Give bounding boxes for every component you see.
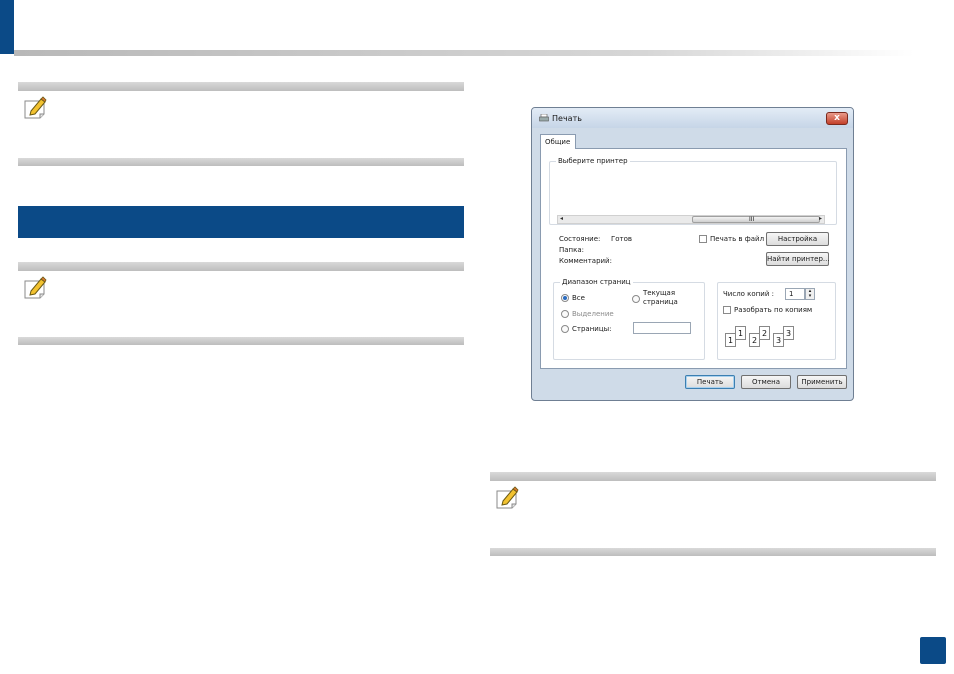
- print-dialog: Печать x Общие Выберите принтер ◂ III ▸ …: [531, 107, 854, 401]
- collate-page: 3: [773, 333, 784, 347]
- cancel-button[interactable]: Отмена: [741, 375, 791, 389]
- folder-label: Папка:: [559, 246, 585, 254]
- collate-label: Разобрать по копиям: [734, 306, 813, 314]
- status-label: Состояние:: [559, 235, 601, 243]
- note-box-1: [18, 82, 464, 166]
- collate-page: 2: [749, 333, 760, 347]
- page-range-title: Диапазон страниц: [560, 278, 633, 286]
- range-pages-label: Страницы:: [572, 325, 612, 333]
- range-current-radio[interactable]: [632, 295, 640, 303]
- scroll-grip: III: [749, 216, 755, 223]
- header-rule: [14, 50, 914, 56]
- collate-page: 1: [725, 333, 736, 347]
- dialog-titlebar: Печать x: [532, 108, 853, 128]
- collate-page: 3: [783, 326, 794, 340]
- scroll-thumb[interactable]: III: [692, 216, 820, 223]
- collate-preview-icon: 1 1 2 2 3 3: [725, 326, 805, 354]
- note-bottom-bar: [490, 548, 936, 556]
- general-panel: Выберите принтер ◂ III ▸ Состояние: Гото…: [540, 148, 847, 369]
- close-button[interactable]: x: [826, 112, 848, 125]
- collate-checkbox[interactable]: [723, 306, 731, 314]
- note-bottom-bar: [18, 337, 464, 345]
- find-printer-button[interactable]: Найти принтер...: [766, 252, 830, 266]
- pencil-note-icon: [24, 276, 47, 299]
- collate-page: 2: [759, 326, 770, 340]
- printer-list-scrollbar[interactable]: ◂ III ▸: [557, 215, 825, 224]
- status-value: Готов: [611, 235, 633, 243]
- range-all-label: Все: [572, 294, 585, 302]
- print-to-file-checkbox[interactable]: [699, 235, 707, 243]
- range-all-radio[interactable]: [561, 294, 569, 302]
- scroll-left-icon[interactable]: ◂: [560, 215, 563, 222]
- range-current-label-1: Текущая: [643, 289, 676, 297]
- note-top-bar: [490, 472, 936, 481]
- dialog-title: Печать: [552, 114, 582, 123]
- range-selection-radio[interactable]: [561, 310, 569, 318]
- settings-button[interactable]: Настройка: [766, 232, 829, 246]
- pencil-note-icon: [496, 486, 519, 509]
- scroll-right-icon[interactable]: ▸: [819, 215, 822, 222]
- print-button[interactable]: Печать: [685, 375, 735, 389]
- range-current-label-2: страница: [643, 298, 678, 306]
- note-box-3: [490, 472, 936, 556]
- range-pages-radio[interactable]: [561, 325, 569, 333]
- note-top-bar: [18, 82, 464, 91]
- page-number-badge: [920, 637, 946, 664]
- note-bottom-bar: [18, 158, 464, 166]
- tab-general[interactable]: Общие: [540, 134, 576, 149]
- select-printer-title: Выберите принтер: [556, 157, 630, 165]
- copies-label: Число копий :: [723, 290, 774, 298]
- copies-spinner[interactable]: ▴ ▾: [805, 288, 815, 300]
- note-top-bar: [18, 262, 464, 271]
- range-pages-input[interactable]: [633, 322, 691, 334]
- comment-label: Комментарий:: [559, 257, 612, 265]
- header-accent-bar: [0, 0, 14, 54]
- note-box-2: [18, 262, 464, 345]
- apply-button[interactable]: Применить: [797, 375, 847, 389]
- range-selection-label: Выделение: [572, 310, 614, 318]
- collate-page: 1: [735, 326, 746, 340]
- section-heading-bar: [18, 206, 464, 238]
- printer-icon: [539, 114, 549, 122]
- print-to-file-label: Печать в файл: [710, 235, 765, 243]
- pencil-note-icon: [24, 96, 47, 119]
- copies-input[interactable]: 1: [785, 288, 805, 300]
